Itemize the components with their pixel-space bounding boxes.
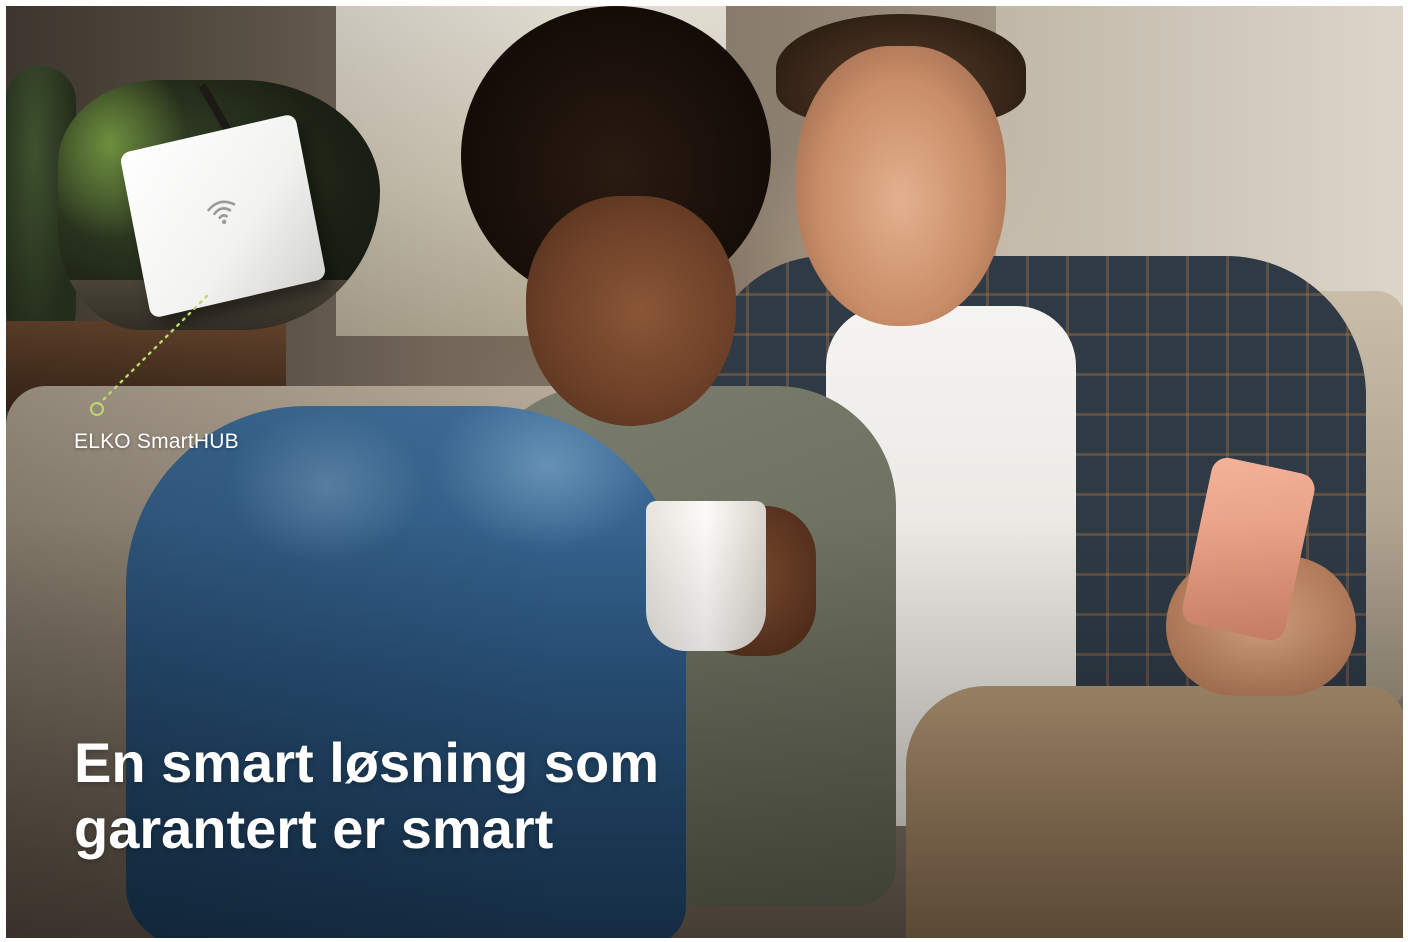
headline-line-2: garantert er smart [74,797,554,860]
headline-line-1: En smart løsning som [74,731,659,794]
pointer-dot [90,402,104,416]
wifi-icon [207,200,236,225]
product-label: ELKO SmartHUB [74,430,239,453]
pointer-dotted-line [97,294,209,406]
headline: En smart løsning som garantert er smart [74,730,794,862]
hero-banner: ELKO SmartHUB En smart løsning som garan… [6,6,1403,938]
